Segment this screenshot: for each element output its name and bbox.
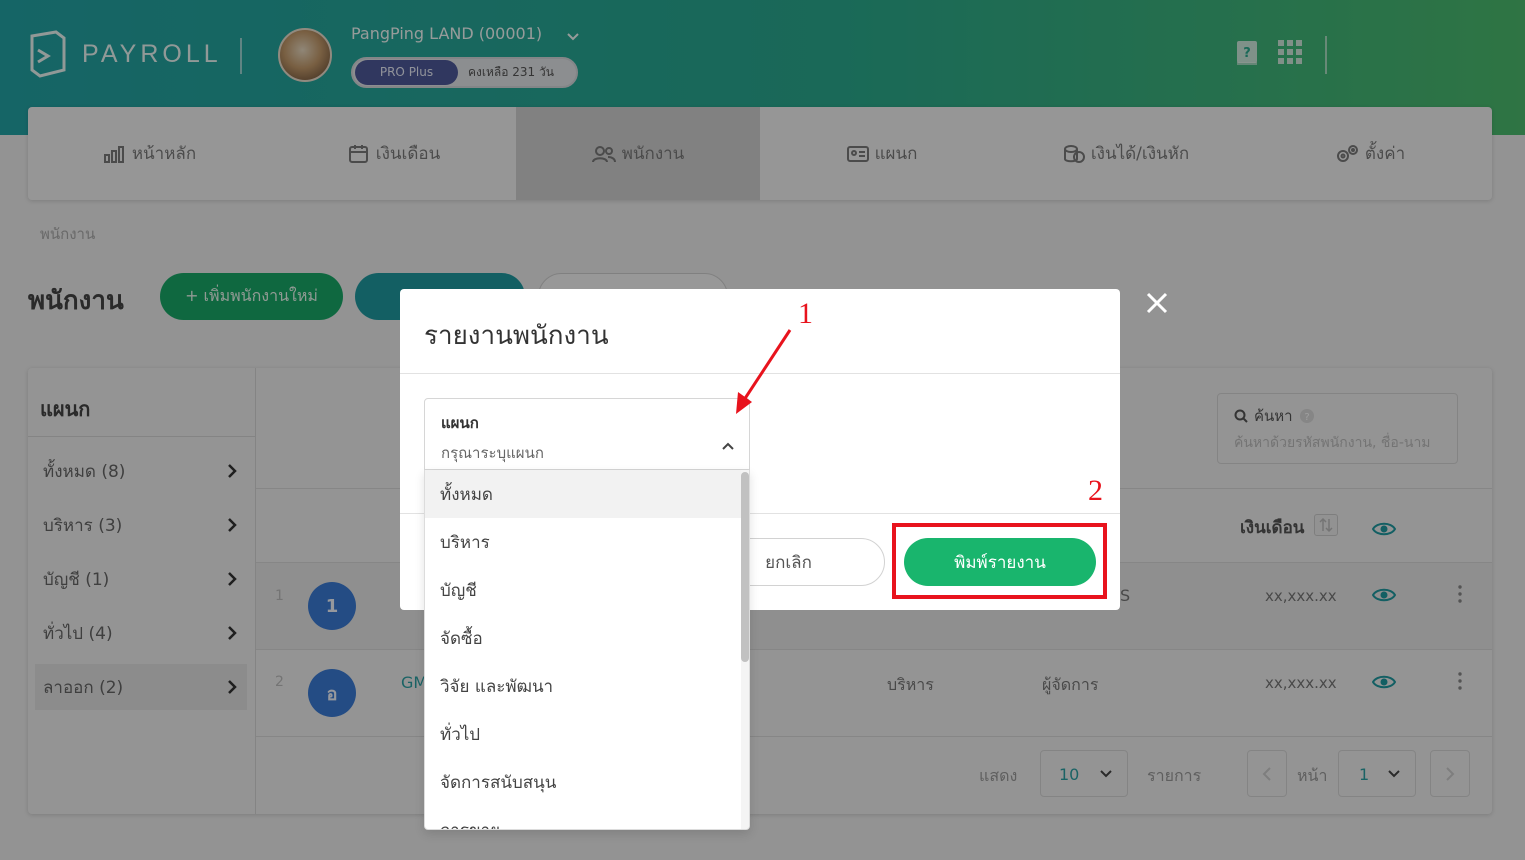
dropdown-scrollbar-thumb[interactable] <box>741 472 749 662</box>
chevron-up-icon <box>722 442 734 450</box>
dropdown-option-support[interactable]: จัดการสนับสนุน <box>425 758 741 806</box>
dropdown-option-sales[interactable]: การขาย <box>425 806 741 830</box>
dropdown-option-accounting[interactable]: บัญชี <box>425 566 741 614</box>
department-select-placeholder: กรุณาระบุแผนก <box>441 444 544 462</box>
department-select[interactable]: แผนก กรุณาระบุแผนก <box>424 398 750 470</box>
annotation-step-2: 2 <box>1088 474 1103 507</box>
dialog-title: รายงานพนักงาน <box>424 321 609 351</box>
annotation-arrow-icon <box>736 329 792 414</box>
annotation-step-1: 1 <box>798 297 813 330</box>
dropdown-option-research[interactable]: วิจัย และพัฒนา <box>425 662 741 710</box>
department-select-label: แผนก <box>441 414 479 432</box>
dropdown-option-all[interactable]: ทั้งหมด <box>425 470 741 518</box>
dropdown-option-general[interactable]: ทั่วไป <box>425 710 741 758</box>
department-dropdown-list: ทั้งหมด บริหาร บัญชี จัดซื้อ วิจัย และพั… <box>424 470 750 830</box>
close-icon[interactable] <box>1146 292 1168 314</box>
highlight-box <box>892 523 1107 599</box>
dropdown-option-purchasing[interactable]: จัดซื้อ <box>425 614 741 662</box>
dropdown-option-management[interactable]: บริหาร <box>425 518 741 566</box>
